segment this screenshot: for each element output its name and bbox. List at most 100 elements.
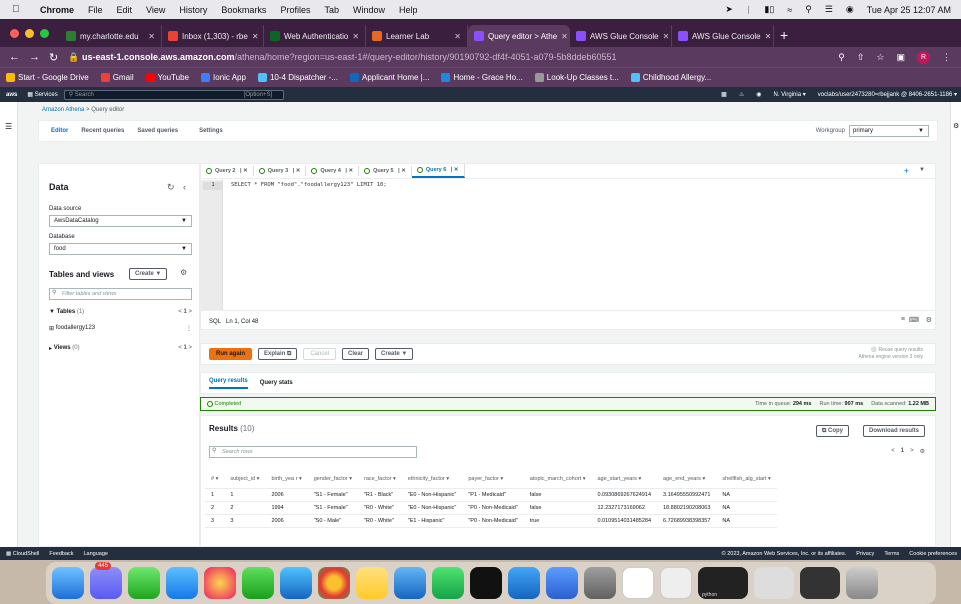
menu-bookmarks[interactable]: Bookmarks bbox=[221, 5, 266, 15]
sort-icon[interactable]: ▾ bbox=[299, 476, 302, 482]
cancel-button[interactable]: Cancel bbox=[303, 348, 337, 360]
browser-tab[interactable]: my.charlotte.edu ✕ bbox=[60, 25, 162, 47]
siri-icon[interactable]: ◉ bbox=[846, 4, 854, 15]
terminal-icon[interactable] bbox=[470, 567, 502, 599]
sort-icon[interactable]: ▾ bbox=[393, 476, 396, 482]
notifications-bell-icon[interactable]: ♨ bbox=[739, 91, 744, 98]
filter-tables-input[interactable]: Filter tables and views bbox=[49, 288, 192, 300]
tab-saved-queries[interactable]: Saved queries bbox=[137, 128, 178, 134]
whatsapp-icon[interactable] bbox=[432, 567, 464, 599]
kebab-icon[interactable]: ⋮ bbox=[186, 325, 192, 332]
browser-tab[interactable]: Query editor > Athe ✕ bbox=[468, 25, 570, 47]
close-tab-icon[interactable]: ✕ bbox=[454, 32, 461, 41]
run-again-button[interactable]: Run again bbox=[209, 348, 253, 360]
close-tab-icon[interactable]: ✕ bbox=[148, 32, 155, 41]
location-arrow-icon[interactable]: ➤ bbox=[725, 4, 733, 15]
messages-icon[interactable] bbox=[128, 567, 160, 599]
menu-profiles[interactable]: Profiles bbox=[280, 5, 310, 15]
bookmark-star-icon[interactable]: ☆ bbox=[876, 52, 884, 63]
bookmark-item[interactable]: Childhood Allergy... bbox=[630, 73, 711, 82]
menu-history[interactable]: History bbox=[179, 5, 207, 15]
aws-logo[interactable]: aws bbox=[6, 92, 17, 98]
table-settings-icon[interactable]: ⚙ bbox=[920, 448, 925, 455]
notes-icon[interactable] bbox=[356, 567, 388, 599]
column-header[interactable]: shellfish_alg_start ▾ bbox=[716, 470, 777, 489]
tab-query-stats[interactable]: Query stats bbox=[260, 380, 293, 386]
profile-avatar[interactable]: R bbox=[917, 50, 930, 64]
menu-edit[interactable]: Edit bbox=[117, 5, 133, 15]
menu-file[interactable]: File bbox=[88, 5, 103, 15]
close-tab-icon[interactable]: | ✕ bbox=[344, 168, 353, 174]
address-bar[interactable]: 🔒 us-east-1.console.aws.amazon.com/athen… bbox=[68, 52, 616, 63]
sort-icon[interactable]: ▾ bbox=[702, 476, 705, 482]
query-tab[interactable]: Query 2 | ✕ bbox=[201, 166, 254, 176]
close-tab-icon[interactable]: | ✕ bbox=[238, 168, 248, 174]
back-arrow-icon[interactable]: ← bbox=[9, 51, 20, 63]
feedback-link[interactable]: Feedback bbox=[49, 551, 73, 557]
data-source-select[interactable]: AwsDataCatalog ▼ bbox=[49, 215, 192, 227]
prev-page-icon[interactable]: < bbox=[891, 448, 895, 455]
bookmark-item[interactable]: Gmail bbox=[100, 73, 134, 82]
bluetooth-icon[interactable]: ᛁ bbox=[746, 5, 751, 15]
photos-icon[interactable] bbox=[204, 567, 236, 599]
search-rows-input[interactable]: Search rows bbox=[209, 446, 417, 458]
column-header[interactable]: race_factor ▾ bbox=[357, 470, 402, 489]
preview-icon[interactable] bbox=[584, 567, 616, 599]
info-panel-icon[interactable]: ⚙ bbox=[953, 122, 959, 130]
cloudshell-icon[interactable]: ▩ bbox=[721, 91, 727, 98]
zoom-icon[interactable]: ⚲ bbox=[838, 52, 845, 63]
keyboard-icon[interactable]: ⌨ bbox=[909, 316, 919, 324]
next-page-icon[interactable]: > bbox=[910, 448, 914, 455]
menu-app-name[interactable]: Chrome bbox=[40, 5, 74, 15]
browser-tab[interactable]: AWS Glue Console ✕ bbox=[570, 25, 672, 47]
column-header[interactable]: atopic_march_cohort ▾ bbox=[523, 470, 592, 489]
python-window-thumbnail[interactable]: python bbox=[698, 567, 748, 599]
downloads-folder-icon[interactable] bbox=[660, 567, 692, 599]
wifi-icon[interactable]: ≈ bbox=[787, 5, 792, 15]
bookmark-item[interactable]: Ionic App bbox=[201, 73, 246, 82]
query-tab[interactable]: Query 3 | ✕ bbox=[254, 166, 307, 176]
column-header[interactable]: payer_factor ▾ bbox=[462, 470, 524, 489]
copy-button[interactable]: ⧉ Copy bbox=[816, 425, 849, 437]
close-tab-icon[interactable]: ✕ bbox=[765, 32, 772, 41]
share-icon[interactable]: ⇧ bbox=[857, 52, 865, 63]
mail-icon[interactable] bbox=[166, 567, 198, 599]
table-row[interactable]: 1 1 2006 "S1 - Female" "R1 - Black" "E0 - Non… bbox=[205, 488, 777, 502]
sort-icon[interactable]: ▾ bbox=[216, 476, 219, 482]
tab-recent-queries[interactable]: Recent queries bbox=[81, 128, 124, 134]
bookmark-item[interactable]: YouTube bbox=[145, 73, 189, 82]
battery-icon[interactable]: ▮▯ bbox=[764, 4, 774, 15]
close-tab-icon[interactable]: | ✕ bbox=[397, 168, 406, 174]
explain-button[interactable]: Explain ⧉ bbox=[258, 348, 298, 360]
hamburger-menu-icon[interactable]: ☰ bbox=[5, 122, 12, 131]
tab-menu-caret-icon[interactable]: ▼ bbox=[919, 167, 925, 173]
new-tab-button[interactable]: + bbox=[780, 27, 788, 43]
tab-settings[interactable]: Settings bbox=[199, 128, 223, 134]
column-header[interactable]: # ▾ bbox=[205, 470, 225, 489]
kebab-menu-icon[interactable]: ⋮ bbox=[942, 52, 951, 63]
views-pagination[interactable]: < 1 > bbox=[178, 345, 192, 352]
column-header[interactable]: age_end_years ▾ bbox=[657, 470, 717, 489]
reminders-icon[interactable] bbox=[622, 567, 654, 599]
create-button[interactable]: Create ▼ bbox=[375, 348, 414, 360]
sidepanel-icon[interactable]: ▣ bbox=[896, 52, 905, 63]
database-select[interactable]: food ▼ bbox=[49, 243, 192, 255]
sort-icon[interactable]: ▾ bbox=[349, 476, 352, 482]
clock-datetime[interactable]: Tue Apr 25 12:07 AM bbox=[867, 5, 951, 15]
table-item[interactable]: ⊞ foodallergy123 ⋮ bbox=[49, 325, 192, 332]
bookmark-item[interactable]: Start - Google Drive bbox=[6, 73, 89, 82]
browser-tab[interactable]: Learner Lab ✕ bbox=[366, 25, 468, 47]
tab-query-results[interactable]: Query results bbox=[209, 378, 248, 389]
vscode-icon[interactable] bbox=[508, 567, 540, 599]
query-tab[interactable]: Query 6 | ✕ bbox=[411, 164, 465, 178]
help-icon[interactable]: ◉ bbox=[756, 91, 761, 98]
close-window-button[interactable] bbox=[10, 29, 19, 38]
tab-editor[interactable]: Editor bbox=[51, 128, 68, 134]
menu-view[interactable]: View bbox=[146, 5, 165, 15]
add-query-tab-icon[interactable]: + bbox=[904, 166, 909, 176]
table-row[interactable]: 3 3 2006 "S0 - Male" "R0 - White" "E1 - Hispa… bbox=[205, 514, 777, 528]
create-table-button[interactable]: Create ▼ bbox=[129, 268, 168, 280]
close-tab-icon[interactable]: ✕ bbox=[561, 32, 568, 41]
workgroup-select[interactable]: primary ▼ bbox=[849, 125, 929, 137]
word-icon[interactable] bbox=[546, 567, 578, 599]
